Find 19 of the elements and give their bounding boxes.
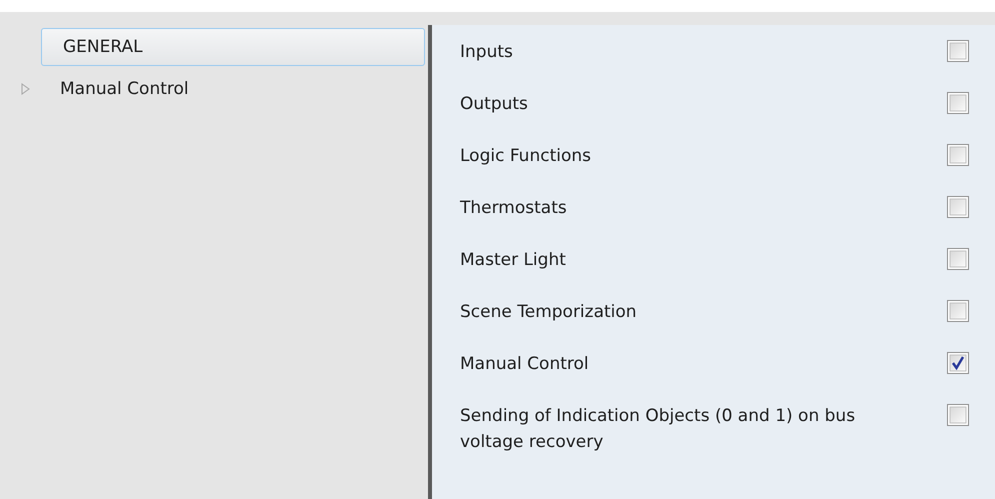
option-label: Sending of Indication Objects (0 and 1) on bus voltage recovery bbox=[460, 405, 856, 454]
checkbox[interactable] bbox=[947, 144, 969, 166]
option-label: Master Light bbox=[460, 249, 566, 272]
checkbox[interactable] bbox=[947, 248, 969, 270]
option-label: Outputs bbox=[460, 93, 528, 116]
tree-item[interactable]: GENERAL bbox=[41, 28, 425, 66]
option-label: Scene Temporization bbox=[460, 301, 637, 324]
option-label: Thermostats bbox=[460, 197, 567, 220]
option-label: Inputs bbox=[460, 41, 513, 64]
expand-icon[interactable] bbox=[21, 83, 31, 95]
checkbox[interactable] bbox=[947, 404, 969, 426]
option-label: Logic Functions bbox=[460, 145, 592, 168]
checkbox[interactable] bbox=[947, 300, 969, 322]
checkbox[interactable] bbox=[947, 352, 969, 374]
checkbox[interactable] bbox=[947, 92, 969, 114]
checkbox[interactable] bbox=[947, 196, 969, 218]
tree-item[interactable]: Manual Control bbox=[18, 70, 425, 108]
checkbox[interactable] bbox=[947, 40, 969, 62]
option-label: Manual Control bbox=[460, 353, 589, 376]
